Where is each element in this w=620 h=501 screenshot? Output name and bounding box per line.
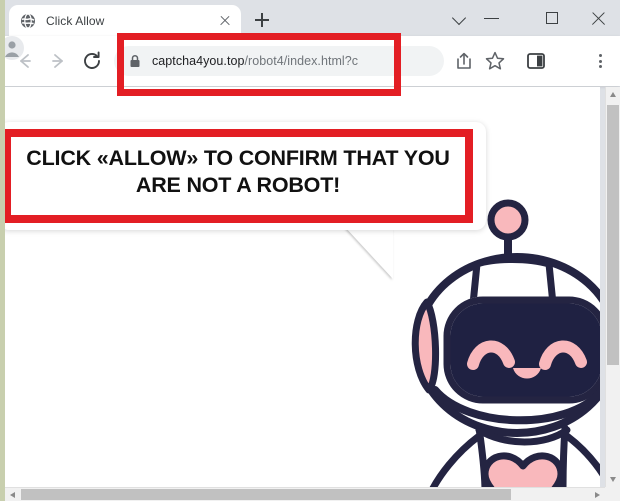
scroll-left-triangle bbox=[10, 491, 15, 498]
scroll-up-arrow-icon[interactable] bbox=[606, 87, 620, 102]
reload-button[interactable] bbox=[78, 47, 106, 75]
side-panel-button[interactable] bbox=[524, 49, 548, 73]
close-icon[interactable] bbox=[217, 13, 233, 29]
speech-bubble-tail bbox=[345, 227, 393, 279]
new-tab-button[interactable] bbox=[250, 8, 274, 32]
tab-strip: Click Allow bbox=[0, 0, 620, 36]
banner-line-1: CLICK «ALLOW» TO CONFIRM THAT YOU bbox=[26, 146, 450, 170]
scroll-down-arrow-icon[interactable] bbox=[606, 472, 620, 487]
tab-title: Click Allow bbox=[46, 13, 105, 28]
minimize-icon bbox=[484, 18, 499, 20]
minimize-button[interactable] bbox=[477, 4, 507, 32]
url-highlight-box bbox=[117, 33, 401, 96]
horizontal-scrollbar-thumb[interactable] bbox=[21, 489, 511, 500]
back-button[interactable] bbox=[10, 47, 38, 75]
globe-icon bbox=[20, 12, 36, 29]
three-dots-icon-dot2 bbox=[598, 59, 602, 63]
star-icon bbox=[485, 51, 505, 70]
three-dots-icon-dot3 bbox=[598, 65, 602, 68]
tab-search-button[interactable] bbox=[445, 4, 475, 32]
scroll-down-triangle bbox=[609, 477, 616, 482]
maximize-icon bbox=[546, 12, 558, 24]
chevron-down-icon bbox=[451, 10, 467, 26]
vertical-scrollbar-thumb[interactable] bbox=[607, 105, 619, 365]
scroll-right-arrow-icon[interactable] bbox=[590, 488, 605, 501]
reload-icon bbox=[84, 51, 100, 69]
arrow-right-icon bbox=[52, 54, 63, 68]
robot-mascot-illustration bbox=[405, 192, 600, 487]
browser-menu-button[interactable] bbox=[588, 49, 612, 73]
bookmark-button[interactable] bbox=[483, 49, 507, 73]
window-close-button[interactable] bbox=[584, 4, 614, 32]
scrollbar-corner bbox=[605, 487, 620, 501]
browser-window: Click Allow captcha4you.top/robot4/index… bbox=[0, 0, 620, 501]
share-button[interactable] bbox=[452, 49, 476, 73]
scroll-left-arrow-icon[interactable] bbox=[5, 488, 20, 501]
vertical-scrollbar[interactable] bbox=[605, 87, 620, 487]
side-panel-icon bbox=[527, 53, 545, 69]
banner-line-2: ARE NOT A ROBOT! bbox=[135, 173, 341, 197]
horizontal-scrollbar[interactable] bbox=[5, 487, 620, 501]
scroll-right-triangle bbox=[595, 491, 600, 498]
share-icon bbox=[457, 52, 471, 69]
page-content: CLICK «ALLOW» TO CONFIRM THAT YOU ARE NO… bbox=[5, 87, 600, 487]
maximize-button[interactable] bbox=[538, 4, 568, 32]
three-dots-icon bbox=[598, 54, 602, 57]
scroll-up-triangle bbox=[609, 92, 616, 97]
banner-message: CLICK «ALLOW» TO CONFIRM THAT YOU ARE NO… bbox=[13, 145, 463, 199]
arrow-left-icon bbox=[20, 54, 31, 68]
forward-button[interactable] bbox=[45, 47, 73, 75]
window-left-edge bbox=[0, 0, 5, 501]
browser-tab[interactable]: Click Allow bbox=[9, 5, 241, 36]
